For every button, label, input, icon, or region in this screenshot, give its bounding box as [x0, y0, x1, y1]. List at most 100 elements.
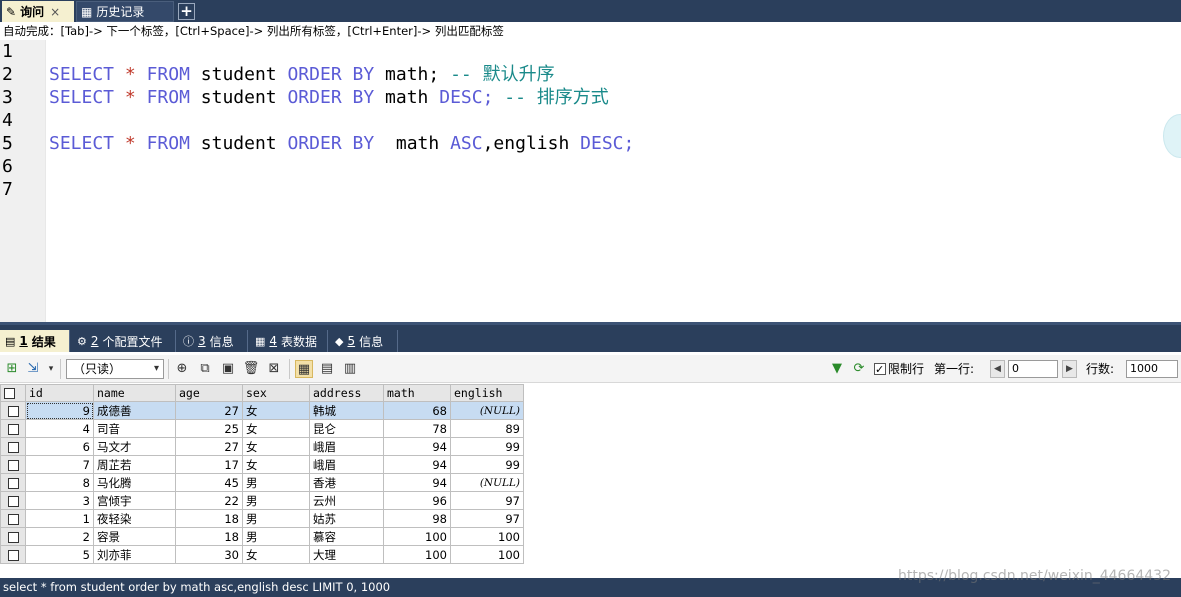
- table-cell[interactable]: 99: [450, 437, 524, 456]
- table-cell[interactable]: 27: [175, 437, 243, 456]
- table-cell[interactable]: 女: [242, 401, 310, 420]
- table-row[interactable]: 4 司音 25 女昆仑 78 89: [0, 419, 524, 438]
- tab-history[interactable]: ▦ 历史记录: [76, 1, 174, 22]
- import-icon[interactable]: ⇲: [24, 360, 42, 378]
- row-checkbox[interactable]: [0, 419, 26, 438]
- table-row[interactable]: 5 刘亦菲 30 女大理 100 100: [0, 545, 524, 564]
- table-cell[interactable]: 25: [175, 419, 243, 438]
- table-row[interactable]: 2 容景 18 男慕容 100 100: [0, 527, 524, 546]
- table-cell[interactable]: 男: [242, 527, 310, 546]
- table-cell[interactable]: 17: [175, 455, 243, 474]
- table-cell[interactable]: 100: [383, 545, 451, 564]
- first-row-input[interactable]: 0: [1008, 360, 1058, 378]
- cancel-icon[interactable]: ⊠: [265, 360, 283, 378]
- grid-view-icon[interactable]: ▦: [295, 360, 313, 378]
- row-checkbox[interactable]: [0, 491, 26, 510]
- result-table[interactable]: id name age sex address math english 9 成德…: [0, 384, 524, 564]
- limit-checkbox[interactable]: [874, 361, 886, 379]
- dropdown-arrow-icon[interactable]: ▾: [42, 360, 60, 378]
- table-cell[interactable]: 18: [175, 509, 243, 528]
- table-cell[interactable]: 1: [25, 509, 94, 528]
- row-checkbox[interactable]: [0, 527, 26, 546]
- tab-messages[interactable]: ◆ 5 信息: [330, 330, 398, 352]
- refresh-icon[interactable]: ⟳: [850, 360, 868, 378]
- table-cell[interactable]: 慕容: [309, 527, 384, 546]
- result-grid[interactable]: id name age sex address math english 9 成德…: [0, 384, 1181, 578]
- table-cell[interactable]: 马文才: [93, 437, 176, 456]
- tab-query[interactable]: ✎ 询问 ×: [2, 1, 74, 22]
- table-cell[interactable]: 78: [383, 419, 451, 438]
- table-row[interactable]: 1 夜轻染 18 男姑苏 98 97: [0, 509, 524, 528]
- table-cell[interactable]: 94: [383, 473, 451, 492]
- table-cell[interactable]: 刘亦菲: [93, 545, 176, 564]
- table-cell[interactable]: 94: [383, 455, 451, 474]
- table-cell[interactable]: 3: [25, 491, 94, 510]
- filter-icon[interactable]: ▼: [828, 360, 846, 378]
- table-cell[interactable]: 香港: [309, 473, 384, 492]
- export-icon[interactable]: ⊞: [3, 360, 21, 378]
- tab-profile[interactable]: ⚙ 2 个配置文件: [72, 330, 176, 352]
- table-cell[interactable]: 5: [25, 545, 94, 564]
- table-cell[interactable]: 18: [175, 527, 243, 546]
- table-cell[interactable]: (NULL): [450, 473, 524, 492]
- select-all-checkbox[interactable]: [0, 384, 26, 402]
- table-cell[interactable]: 女: [242, 455, 310, 474]
- table-cell[interactable]: 容景: [93, 527, 176, 546]
- table-cell[interactable]: 4: [25, 419, 94, 438]
- table-cell[interactable]: 100: [450, 527, 524, 546]
- table-row[interactable]: 6 马文才 27 女峨眉 94 99: [0, 437, 524, 456]
- table-cell[interactable]: 成德善: [93, 401, 176, 420]
- table-cell[interactable]: 30: [175, 545, 243, 564]
- table-row[interactable]: 7 周芷若 17 女峨眉 94 99: [0, 455, 524, 474]
- row-checkbox[interactable]: [0, 509, 26, 528]
- table-cell[interactable]: 89: [450, 419, 524, 438]
- sql-editor[interactable]: 1 2 3 4 5 6 7 SELECT * FROM student ORDE…: [0, 40, 1181, 322]
- column-header[interactable]: address: [309, 384, 384, 402]
- table-cell[interactable]: 夜轻染: [93, 509, 176, 528]
- table-cell[interactable]: (NULL): [450, 401, 524, 420]
- table-cell[interactable]: 96: [383, 491, 451, 510]
- table-cell[interactable]: 68: [383, 401, 451, 420]
- previous-page-button[interactable]: ◀: [990, 360, 1005, 378]
- table-cell[interactable]: 94: [383, 437, 451, 456]
- table-cell[interactable]: 男: [242, 491, 310, 510]
- add-tab-button[interactable]: +: [178, 3, 195, 20]
- table-cell[interactable]: 99: [450, 455, 524, 474]
- delete-icon[interactable]: 🗑: [242, 360, 260, 378]
- table-cell[interactable]: 女: [242, 437, 310, 456]
- row-checkbox[interactable]: [0, 473, 26, 492]
- floating-assistant-icon[interactable]: [1163, 114, 1181, 158]
- limit-rows-toggle[interactable]: 限制行: [874, 360, 924, 379]
- table-cell[interactable]: 100: [450, 545, 524, 564]
- row-checkbox[interactable]: [0, 545, 26, 564]
- text-view-icon[interactable]: ▥: [341, 360, 359, 378]
- table-cell[interactable]: 峨眉: [309, 455, 384, 474]
- row-checkbox[interactable]: [0, 455, 26, 474]
- table-cell[interactable]: 韩城: [309, 401, 384, 420]
- column-header[interactable]: age: [175, 384, 243, 402]
- table-cell[interactable]: 6: [25, 437, 94, 456]
- table-row[interactable]: 9 成德善 27 女韩城 68 (NULL): [0, 401, 524, 420]
- table-cell[interactable]: 马化腾: [93, 473, 176, 492]
- table-cell[interactable]: 男: [242, 509, 310, 528]
- row-checkbox[interactable]: [0, 401, 26, 420]
- readonly-select[interactable]: （只读） ▾: [66, 359, 164, 379]
- column-header[interactable]: math: [383, 384, 451, 402]
- duplicate-row-icon[interactable]: ⧉: [196, 360, 214, 378]
- tab-info[interactable]: ⓘ 3 信息: [178, 330, 248, 352]
- table-cell[interactable]: 周芷若: [93, 455, 176, 474]
- table-cell[interactable]: 22: [175, 491, 243, 510]
- table-cell[interactable]: 女: [242, 545, 310, 564]
- column-header[interactable]: id: [25, 384, 94, 402]
- table-cell[interactable]: 大理: [309, 545, 384, 564]
- table-cell[interactable]: 97: [450, 509, 524, 528]
- table-cell[interactable]: 98: [383, 509, 451, 528]
- table-cell[interactable]: 峨眉: [309, 437, 384, 456]
- insert-row-icon[interactable]: ⊕: [173, 360, 191, 378]
- column-header[interactable]: english: [450, 384, 524, 402]
- table-cell[interactable]: 7: [25, 455, 94, 474]
- table-row[interactable]: 3 宫倾宇 22 男云州 96 97: [0, 491, 524, 510]
- table-cell[interactable]: 9: [25, 401, 94, 420]
- form-view-icon[interactable]: ▤: [318, 360, 336, 378]
- table-cell[interactable]: 司音: [93, 419, 176, 438]
